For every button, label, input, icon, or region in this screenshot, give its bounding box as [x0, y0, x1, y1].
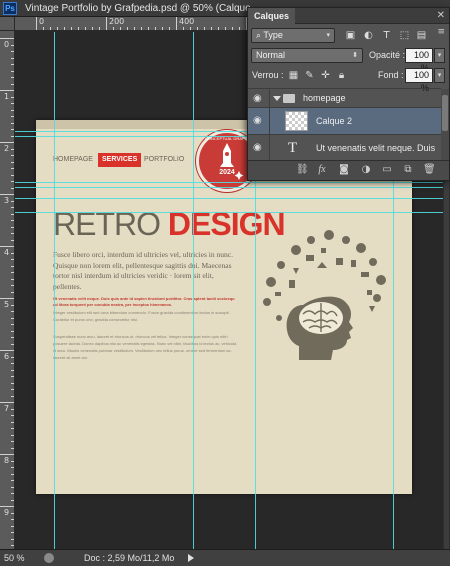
lock-transparency-icon[interactable]: ▦	[288, 70, 299, 81]
blend-mode-select[interactable]: Normal ⬍	[251, 48, 363, 63]
ruler-label: 5	[3, 300, 10, 309]
layer-name: Calque 2	[316, 116, 353, 126]
type-filter-icon[interactable]: T	[381, 30, 392, 41]
layer-filter-kind-select[interactable]: ⌕ Type ▾	[251, 28, 335, 43]
fx-icon[interactable]: fx	[316, 164, 328, 176]
link-icon[interactable]: ⛓	[296, 164, 309, 176]
expand-triangle-icon[interactable]	[273, 96, 281, 101]
layer-thumbnail	[285, 111, 308, 131]
ruler-label: 9	[3, 508, 10, 517]
ruler-origin[interactable]	[0, 17, 15, 31]
body-paragraph: Integer vestibulum elit sed urna bibendu…	[53, 310, 230, 322]
fill-label: Fond :	[378, 70, 404, 80]
layer-row-group[interactable]: ◉ homepage	[248, 88, 441, 107]
brain-head-illustration	[263, 230, 386, 360]
opacity-label: Opacité :	[369, 50, 406, 60]
zoom-level[interactable]: 50 %	[4, 550, 25, 566]
ruler-label: 0	[3, 40, 10, 49]
chevron-down-icon: ⬍	[352, 52, 358, 59]
ruler-label: 7	[3, 404, 10, 413]
trash-icon[interactable]: 🗑︎	[423, 164, 436, 176]
folder-icon[interactable]: ▭	[381, 164, 393, 176]
lock-pixels-icon[interactable]: ✎	[304, 70, 315, 81]
photoshop-logo-icon: Ps	[3, 2, 17, 15]
status-menu-arrow-icon[interactable]	[188, 554, 194, 562]
layer-name: Ut venenatis velit neque. Duis ...	[316, 143, 436, 153]
tab-calques[interactable]: Calques	[248, 8, 296, 24]
mask-icon[interactable]: ◙	[338, 164, 350, 176]
opacity-dropdown-icon[interactable]: ▾	[434, 48, 445, 63]
layer-name: homepage	[303, 93, 346, 103]
eye-icon[interactable]: ◉	[253, 143, 265, 153]
ruler-label: 0	[39, 17, 45, 26]
adjustment-filter-icon[interactable]: ◐	[363, 30, 374, 41]
layers-panel-footer: ⛓ fx ◙ ◑ ▭ ⧉ 🗑︎	[248, 160, 449, 180]
text-layer-icon: T	[288, 140, 298, 156]
layers-panel-header: Calques ✕	[248, 8, 449, 24]
lead-paragraph: Fusce libero orci, interdum id ultricies…	[53, 250, 233, 291]
folder-icon	[283, 94, 295, 103]
status-bar: 50 % Doc : 2,59 Mo/11,2 Mo	[0, 549, 450, 566]
guide-horizontal[interactable]	[15, 182, 443, 183]
new-layer-icon[interactable]: ⧉	[402, 164, 414, 176]
ruler-label: 2	[3, 144, 10, 153]
guide-vertical[interactable]	[54, 32, 55, 549]
lock-position-icon[interactable]: ✛	[320, 70, 331, 81]
photoshop-window: Ps Vintage Portfolio by Grafpedia.psd @ …	[0, 0, 450, 566]
ruler-vertical[interactable]: 0 1 2 3 4 5 6 7 8 9	[0, 17, 15, 549]
ruler-label: 6	[3, 352, 10, 361]
layer-row-text[interactable]: ◉ T Ut venenatis velit neque. Duis ...	[248, 134, 441, 161]
layers-scrollbar[interactable]	[441, 89, 449, 161]
nav-services: SERVICES	[98, 153, 142, 167]
ruler-label: 3	[3, 196, 10, 205]
highlight-paragraph: Ut venenatis velit neque. Duis quis ante…	[53, 296, 235, 307]
fill-dropdown-icon[interactable]: ▾	[434, 68, 445, 83]
lock-label: Verrou :	[252, 70, 284, 80]
nav-homepage: HOMEPAGE	[53, 156, 93, 163]
layer-row-selected[interactable]: ◉ Calque 2	[248, 107, 441, 134]
chevron-down-icon: ▾	[326, 32, 330, 39]
ruler-label: 8	[3, 456, 10, 465]
document-tab[interactable]: Vintage Portfolio by Grafpedia.psd @ 50%…	[19, 0, 251, 17]
close-icon[interactable]: ✕	[437, 9, 445, 23]
lock-all-icon[interactable]: 🔒︎	[336, 70, 347, 81]
adjustment-icon[interactable]: ◑	[360, 164, 372, 176]
blend-row: Normal ⬍ Opacité : 100 % ▾	[248, 48, 449, 73]
guide-vertical[interactable]	[193, 32, 194, 549]
guide-horizontal[interactable]	[15, 212, 443, 213]
document-size-info: Doc : 2,59 Mo/11,2 Mo	[84, 553, 175, 563]
shape-filter-icon[interactable]: ⬚	[399, 30, 410, 41]
ruler-label: 400	[179, 17, 195, 26]
eye-icon[interactable]: ◉	[253, 116, 265, 126]
fill-field[interactable]: 100 %	[405, 68, 433, 93]
ruler-label: 1	[3, 92, 10, 101]
ruler-label: 200	[109, 17, 125, 26]
pixel-filter-icon[interactable]: ▣	[345, 30, 356, 41]
layer-filter-kind-value: Type	[263, 30, 283, 40]
layers-scrollbar-thumb[interactable]	[442, 95, 448, 131]
layer-filter-row: ⌕ Type ▾ ▣ ◐ T ⬚ ▤	[248, 28, 449, 45]
blend-mode-value: Normal	[256, 50, 286, 60]
guide-horizontal[interactable]	[15, 198, 443, 199]
lock-row: Verrou : ▦ ✎ ✛ 🔒︎ Fond : 100 % ▾	[248, 68, 449, 93]
nav-portfolio: PORTFOLIO	[144, 156, 185, 163]
smart-object-filter-icon[interactable]: ▤	[416, 30, 427, 41]
opacity-field[interactable]: 100 %	[405, 48, 433, 73]
guide-horizontal[interactable]	[15, 187, 443, 188]
layers-panel: Calques ✕ ≡ ⌕ Type ▾ ▣ ◐ T ⬚ ▤ Normal ⬍ Op…	[247, 7, 450, 181]
status-icon[interactable]	[44, 553, 54, 563]
body-paragraph: Suspendisse nunc arcu, laoreet et rhoncu…	[53, 334, 237, 360]
eye-icon[interactable]: ◉	[253, 94, 265, 104]
ruler-label: 4	[3, 248, 10, 257]
